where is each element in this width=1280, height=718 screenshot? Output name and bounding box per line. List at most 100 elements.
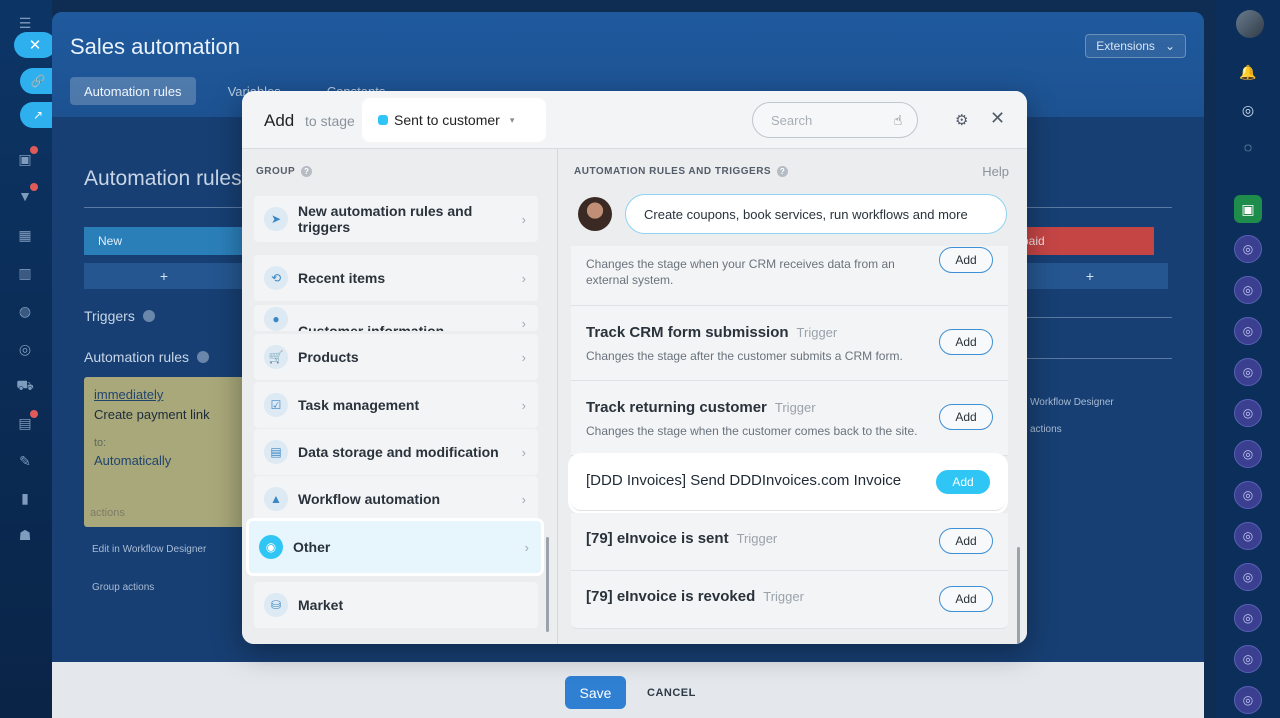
close-icon[interactable]: ✕ (990, 108, 1005, 129)
open-external-icon[interactable]: ↗ (20, 102, 56, 128)
add-rule-plus-button-right[interactable]: + (1012, 263, 1168, 289)
database-icon[interactable]: ◍ (14, 300, 36, 322)
rule-title: [79] eInvoice is revoked Trigger (586, 588, 804, 605)
add-button[interactable]: Add (939, 586, 993, 612)
rule-title-text: Track returning customer (586, 399, 767, 416)
group-products[interactable]: 🛒 Products › (254, 334, 538, 380)
target-icon[interactable]: ◎ (14, 338, 36, 360)
shop-cart-icon[interactable]: ⛟ (14, 375, 36, 397)
chat-icon[interactable]: ▣ (14, 146, 38, 170)
pen-icon[interactable]: ✎ (14, 450, 36, 472)
channel-icon-9[interactable]: ◎ (1234, 563, 1262, 591)
group-new-automation[interactable]: ➤ New automation rules and triggers › (254, 196, 538, 242)
analytics-icon[interactable]: ▮ (14, 487, 36, 509)
scrollbar[interactable] (546, 537, 549, 632)
help-icon[interactable] (197, 351, 210, 363)
settings-sliders-icon[interactable]: ⚙ (955, 111, 968, 129)
bell-icon[interactable]: 🔔 (1234, 58, 1262, 86)
document-icon[interactable]: ▤ (14, 410, 38, 434)
rule-actions: actions (90, 507, 125, 519)
store-icon[interactable]: ▥ (14, 262, 36, 284)
calendar-icon[interactable]: ▦ (14, 224, 36, 246)
user-avatar[interactable] (1236, 10, 1264, 38)
trigger-tag: Trigger (763, 589, 804, 604)
add-button[interactable]: Add (939, 329, 993, 355)
group-column: GROUP? ➤ New automation rules and trigge… (242, 149, 558, 644)
edit-designer-link[interactable]: Edit in Workflow Designer (92, 544, 206, 555)
help-icon[interactable]: ? (777, 166, 789, 177)
group-customer-information[interactable]: ● Customer information › (254, 305, 538, 331)
help-icon[interactable] (142, 310, 155, 322)
tab-automation-rules[interactable]: Automation rules (70, 77, 196, 105)
group-data-storage[interactable]: ▤ Data storage and modification › (254, 429, 538, 475)
help-link[interactable]: Help (982, 164, 1009, 179)
save-button[interactable]: Save (565, 676, 626, 709)
scrollbar[interactable] (1017, 547, 1020, 644)
contact-card-icon[interactable]: ▣ (1234, 195, 1262, 223)
channel-icon-4[interactable]: ◎ (1234, 358, 1262, 386)
filter-icon[interactable]: ▼ (14, 183, 38, 207)
rule-timing-link[interactable]: immediately (94, 387, 163, 402)
stage-paid-header: paid (1012, 227, 1154, 255)
user-icon: ● (264, 307, 288, 331)
channel-icon-2[interactable]: ◎ (1234, 276, 1262, 304)
cart-icon: 🛒 (264, 345, 288, 369)
help-icon[interactable]: ? (301, 166, 313, 177)
group-market[interactable]: ⛁ Market (254, 582, 538, 628)
chevron-right-icon: › (521, 444, 526, 460)
link-icon[interactable]: 🔗 (20, 68, 56, 94)
messenger-icon[interactable]: ◌ (1234, 133, 1262, 161)
copilot-icon[interactable]: ◎ (1234, 96, 1262, 124)
channel-icon-10[interactable]: ◎ (1234, 604, 1262, 632)
group-actions-link[interactable]: Group actions (92, 582, 154, 593)
search-input[interactable]: Search ☝ (752, 102, 918, 138)
group-label: New automation rules and triggers (298, 203, 473, 235)
rule-card[interactable]: immediately Create payment link to: Auto… (84, 377, 244, 527)
channel-icon-11[interactable]: ◎ (1234, 645, 1262, 673)
channel-icon-1[interactable]: ◎ (1234, 235, 1262, 263)
rule-to-label: to: (94, 437, 107, 449)
chevron-right-icon: › (521, 397, 526, 413)
right-actions-link[interactable]: actions (1030, 424, 1062, 435)
rule-item-ddd-invoices[interactable]: [DDD Invoices] Send DDDInvoices.com Invo… (571, 456, 1005, 511)
channel-icon-8[interactable]: ◎ (1234, 522, 1262, 550)
close-slider-button[interactable]: ✕ (14, 32, 56, 58)
add-button[interactable]: Add (939, 247, 993, 273)
channel-icon-6[interactable]: ◎ (1234, 440, 1262, 468)
rule-to-value[interactable]: Automatically (94, 453, 171, 468)
rule-title: [DDD Invoices] Send DDDInvoices.com Invo… (586, 472, 902, 489)
group-workflow-automation[interactable]: ▲ Workflow automation › (254, 476, 538, 522)
channel-icon-3[interactable]: ◎ (1234, 317, 1262, 345)
chevron-right-icon: › (521, 211, 526, 227)
rule-item-einvoice-sent[interactable]: [79] eInvoice is sent Trigger Add (571, 513, 1008, 571)
group-heading: GROUP? (256, 166, 313, 177)
stage-selector[interactable]: Sent to customer ▾ (364, 100, 544, 140)
rule-item-webhook[interactable]: Changes the stage when your CRM receives… (571, 246, 1008, 306)
rule-item-returning-customer[interactable]: Track returning customer Trigger Changes … (571, 381, 1008, 456)
group-task-management[interactable]: ☑ Task management › (254, 382, 538, 428)
robot-nav-icon[interactable]: ☗ (14, 524, 36, 546)
add-button[interactable]: Add (939, 404, 993, 430)
rule-item-einvoice-revoked[interactable]: [79] eInvoice is revoked Trigger Add (571, 571, 1008, 629)
chevron-down-icon: ⌄ (1164, 39, 1175, 53)
extensions-button[interactable]: Extensions ⌄ (1085, 34, 1186, 58)
cancel-button[interactable]: CANCEL (647, 676, 696, 709)
rule-item-crm-form[interactable]: Track CRM form submission Trigger Changes… (571, 306, 1008, 381)
chevron-right-icon: › (521, 316, 526, 331)
group-label: Task management (298, 397, 420, 413)
left-sidebar: ☰ ✕ 🔗 ↗ ▣ ▼ ▦ ▥ ◍ ◎ ⛟ ▤ ✎ ▮ ☗ (0, 0, 56, 718)
group-other[interactable]: ◉ Other › (249, 521, 541, 573)
channel-icon-7[interactable]: ◎ (1234, 481, 1262, 509)
stage-new-header: New (84, 227, 244, 255)
add-rule-plus-button[interactable]: + (84, 263, 244, 289)
channel-icon-5[interactable]: ◎ (1234, 399, 1262, 427)
add-button[interactable]: Add (936, 470, 990, 494)
right-designer-link[interactable]: Workflow Designer (1030, 397, 1114, 408)
menu-icon[interactable]: ☰ (14, 12, 36, 34)
group-recent-items[interactable]: ⟲ Recent items › (254, 255, 538, 301)
add-button[interactable]: Add (939, 528, 993, 554)
channel-icon-12[interactable]: ◎ (1234, 686, 1262, 714)
rule-title: Track CRM form submission Trigger (586, 324, 837, 341)
chevron-right-icon: › (521, 270, 526, 286)
group-label: Customer information (298, 323, 445, 331)
